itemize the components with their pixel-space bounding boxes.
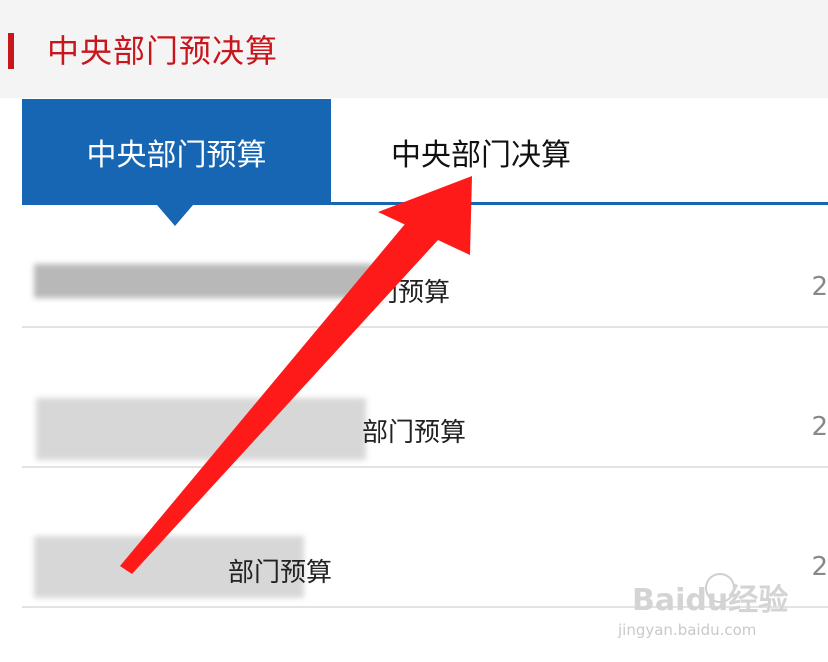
baidu-watermark: Baidu经验 jingyan.baidu.com: [610, 573, 810, 645]
watermark-sub: jingyan.baidu.com: [618, 621, 757, 639]
watermark-main: Baidu经验: [632, 583, 789, 618]
red-arrow-annotation-icon: [120, 176, 472, 574]
